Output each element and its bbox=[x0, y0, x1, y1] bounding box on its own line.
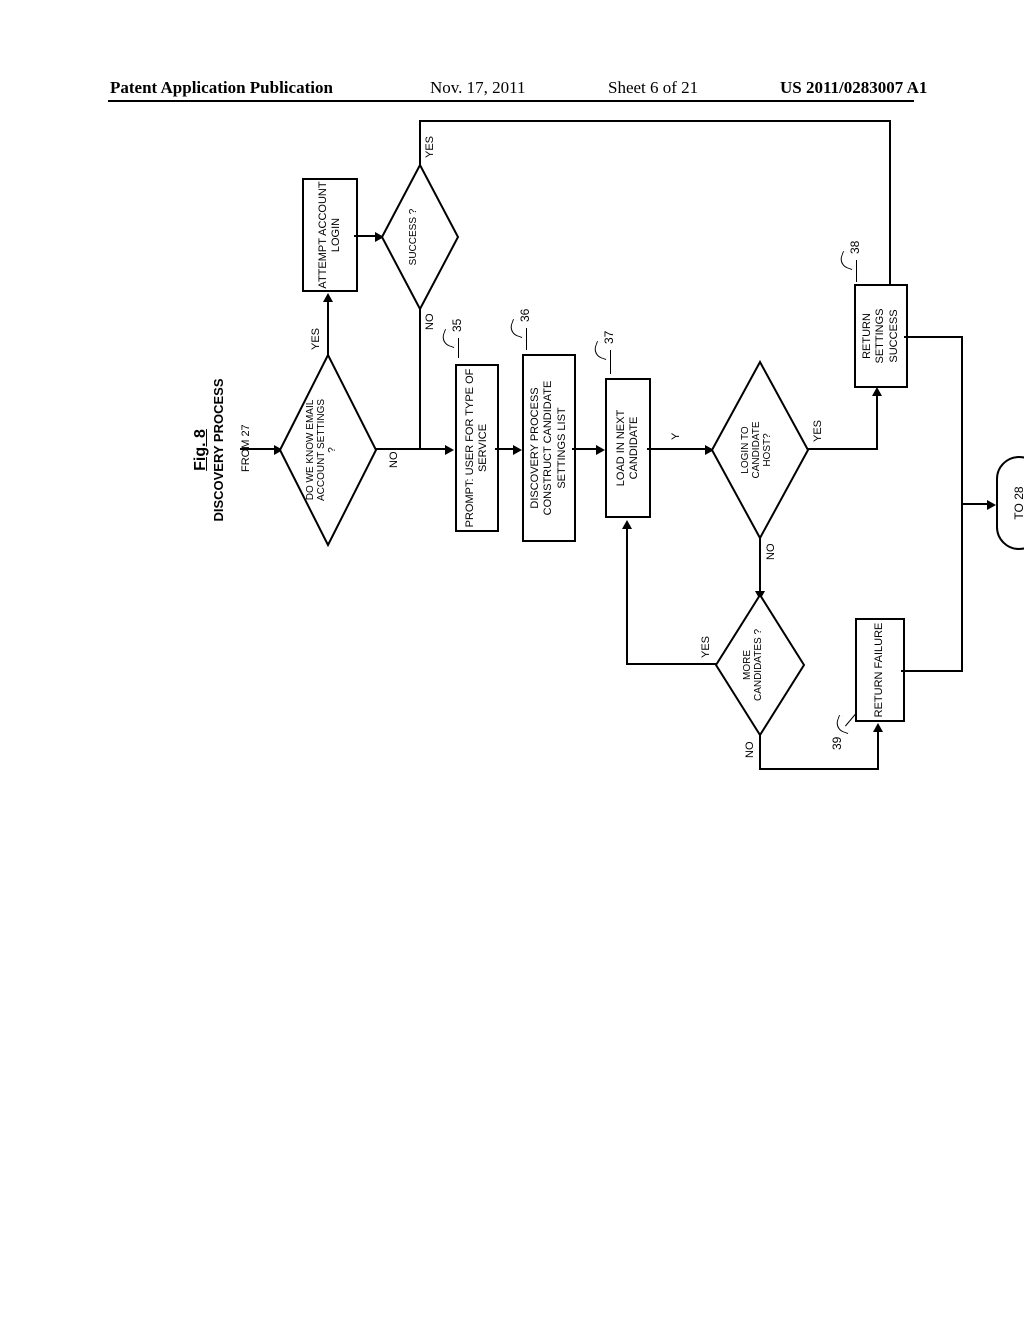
figure-number: Fig. 8 bbox=[192, 350, 210, 550]
arrow bbox=[626, 527, 628, 665]
process-construct-candidates: DISCOVERY PROCESS CONSTRUCT CANDIDATE SE… bbox=[522, 354, 576, 542]
arrowhead-icon bbox=[622, 520, 632, 529]
arrow bbox=[419, 309, 421, 450]
ref-leader bbox=[610, 350, 611, 374]
arrowhead-icon bbox=[445, 445, 454, 455]
arrow bbox=[495, 448, 515, 450]
arrowhead-icon bbox=[987, 500, 996, 510]
arrow bbox=[808, 448, 878, 450]
arrow bbox=[877, 730, 879, 770]
edge-yes: YES bbox=[310, 328, 322, 350]
process-construct-candidates-text: DISCOVERY PROCESS CONSTRUCT CANDIDATE SE… bbox=[529, 356, 569, 540]
arrow bbox=[961, 503, 989, 505]
edge-no: NO bbox=[765, 544, 777, 561]
arrow bbox=[759, 768, 879, 770]
ref-37: 37 bbox=[602, 331, 616, 344]
process-attempt-login-text: ATTEMPT ACCOUNT LOGIN bbox=[317, 180, 343, 290]
ref-35: 35 bbox=[450, 319, 464, 332]
arrow bbox=[240, 448, 276, 450]
process-return-success-text: RETURN SETTINGS SUCCESS bbox=[861, 286, 901, 386]
arrow bbox=[572, 448, 598, 450]
terminator-to-28: TO 28 bbox=[996, 456, 1024, 550]
arrow bbox=[647, 448, 707, 450]
arrow bbox=[626, 663, 716, 665]
header-pubno: US 2011/0283007 A1 bbox=[780, 78, 927, 98]
arrowhead-icon bbox=[873, 723, 883, 732]
process-load-next: LOAD IN NEXT CANDIDATE bbox=[605, 378, 651, 518]
arrow bbox=[327, 300, 329, 355]
ref-leader bbox=[526, 328, 527, 350]
arrow bbox=[419, 120, 421, 165]
process-return-success: RETURN SETTINGS SUCCESS bbox=[854, 284, 908, 388]
process-attempt-login: ATTEMPT ACCOUNT LOGIN bbox=[302, 178, 358, 292]
ref-39: 39 bbox=[830, 737, 844, 750]
edge-no: NO bbox=[388, 452, 400, 469]
header-rule bbox=[108, 100, 914, 102]
arrowhead-icon bbox=[872, 387, 882, 396]
header-publication: Patent Application Publication bbox=[110, 78, 333, 98]
ref-38: 38 bbox=[848, 241, 862, 254]
process-return-failure: RETURN FAILURE bbox=[855, 618, 905, 722]
header-sheet: Sheet 6 of 21 bbox=[608, 78, 698, 98]
ref-36: 36 bbox=[518, 309, 532, 322]
decision-login-host-text: LOGIN TO CANDIDATE HOST? bbox=[740, 405, 773, 495]
edge-no: NO bbox=[424, 314, 436, 331]
terminator-to-28-text: TO 28 bbox=[1012, 486, 1024, 519]
decision-success-text: SUCCESS ? bbox=[408, 207, 419, 267]
flowchart: Fig. 8 DISCOVERY PROCESS FROM 27 DO WE K… bbox=[210, 150, 1024, 750]
ref-leader bbox=[856, 260, 857, 282]
edge-y: Y bbox=[670, 433, 682, 440]
arrow bbox=[759, 538, 761, 592]
process-prompt-type: PROMPT: USER FOR TYPE OF SERVICE bbox=[455, 364, 499, 532]
arrowhead-icon bbox=[513, 445, 522, 455]
arrow bbox=[354, 235, 377, 237]
arrow bbox=[419, 448, 447, 450]
header-date: Nov. 17, 2011 bbox=[430, 78, 526, 98]
arrow bbox=[419, 120, 889, 122]
arrow bbox=[904, 336, 961, 338]
process-prompt-type-text: PROMPT: USER FOR TYPE OF SERVICE bbox=[464, 366, 490, 530]
arrow bbox=[759, 735, 761, 770]
edge-no: NO bbox=[744, 742, 756, 759]
arrowhead-icon bbox=[596, 445, 605, 455]
arrow bbox=[901, 670, 961, 672]
decision-know-settings-text: DO WE KNOW EMAIL ACCOUNT SETTINGS ? bbox=[305, 395, 338, 505]
process-return-failure-text: RETURN FAILURE bbox=[873, 623, 886, 718]
arrowhead-icon bbox=[323, 293, 333, 302]
arrow bbox=[876, 394, 878, 450]
ref-leader bbox=[458, 338, 459, 358]
edge-yes: YES bbox=[700, 636, 712, 658]
edge-yes: YES bbox=[812, 420, 824, 442]
decision-more-candidates-text: MORE CANDIDATES ? bbox=[742, 625, 764, 705]
arrow bbox=[376, 448, 421, 450]
process-load-next-text: LOAD IN NEXT CANDIDATE bbox=[615, 380, 641, 516]
figure-title: DISCOVERY PROCESS bbox=[212, 350, 227, 550]
edge-yes: YES bbox=[424, 136, 436, 158]
